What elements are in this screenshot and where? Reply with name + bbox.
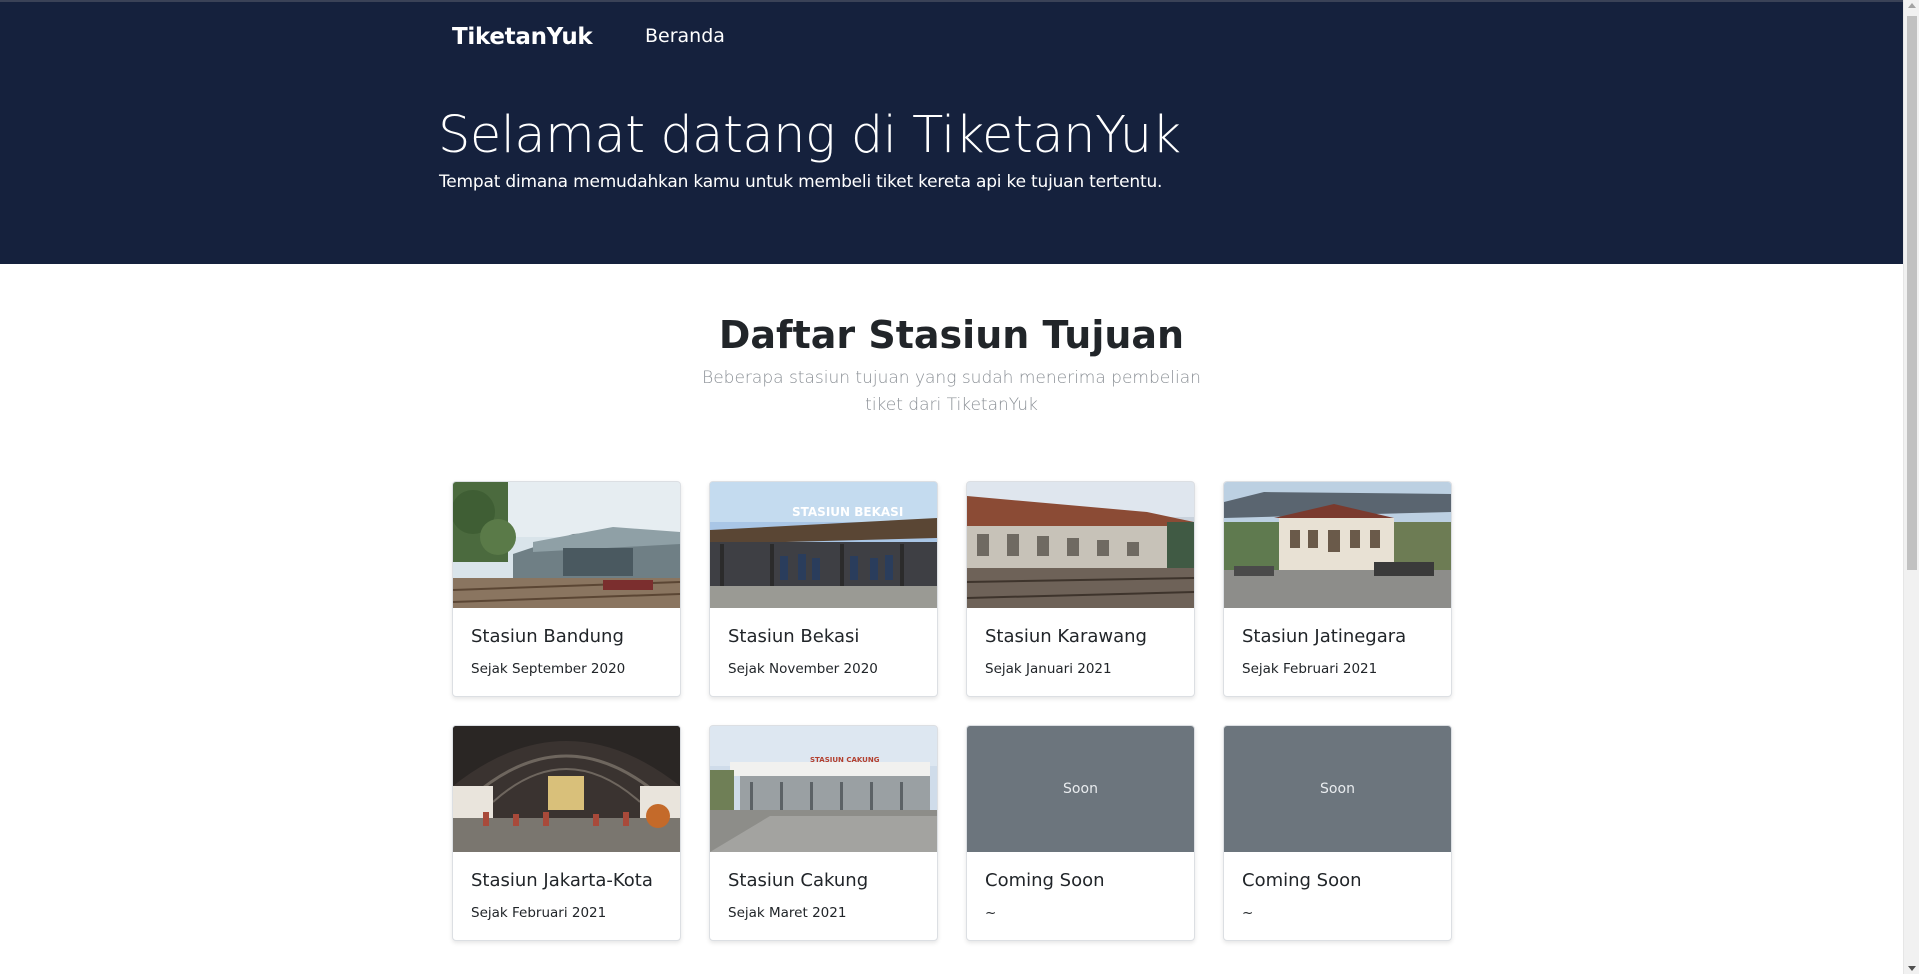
station-card-coming-soon[interactable]: Soon Coming Soon ~ [1223, 725, 1452, 941]
station-jakarta-kota-photo [453, 726, 680, 852]
vertical-scrollbar[interactable] [1903, 0, 1919, 974]
station-card-since: Sejak Januari 2021 [985, 661, 1112, 677]
page-viewport: TiketanYuk Beranda Selamat datang di Tik… [0, 0, 1903, 974]
station-card-title: Stasiun Cakung [728, 870, 869, 891]
scroll-up-arrow-icon[interactable] [1908, 3, 1916, 8]
station-bandung-photo [453, 482, 680, 608]
station-card-jakarta-kota[interactable]: Stasiun Jakarta-Kota Sejak Februari 2021 [452, 725, 681, 941]
station-card-since: Sejak Februari 2021 [1242, 661, 1378, 677]
station-card-title: Coming Soon [1242, 870, 1362, 891]
nav-link-beranda[interactable]: Beranda [645, 25, 725, 47]
station-card-title: Stasiun Bekasi [728, 626, 860, 647]
station-card-jatinegara[interactable]: Stasiun Jatinegara Sejak Februari 2021 [1223, 481, 1452, 697]
navbar-brand[interactable]: TiketanYuk [452, 24, 593, 50]
station-card-since: ~ [985, 905, 997, 921]
station-card-title: Coming Soon [985, 870, 1105, 891]
station-card-bandung[interactable]: Stasiun Bandung Sejak September 2020 [452, 481, 681, 697]
station-card-title: Stasiun Karawang [985, 626, 1147, 647]
station-card-since: Sejak Maret 2021 [728, 905, 847, 921]
station-card-bekasi[interactable]: STASIUN BEKASI Stasiun Bekasi Sejak Nove… [709, 481, 938, 697]
station-jatinegara-photo [1224, 482, 1451, 608]
scrollbar-thumb[interactable] [1907, 16, 1917, 570]
station-bekasi-photo: STASIUN BEKASI [710, 482, 937, 608]
section-title: Daftar Stasiun Tujuan [718, 313, 1185, 357]
hero-header: TiketanYuk Beranda Selamat datang di Tik… [0, 0, 1903, 264]
placeholder-image: Soon [1224, 726, 1451, 852]
station-card-since: ~ [1242, 905, 1254, 921]
station-karawang-photo [967, 482, 1194, 608]
station-card-title: Stasiun Bandung [471, 626, 624, 647]
station-card-since: Sejak September 2020 [471, 661, 626, 677]
station-card-title: Stasiun Jakarta-Kota [471, 870, 653, 891]
station-card-karawang[interactable]: Stasiun Karawang Sejak Januari 2021 [966, 481, 1195, 697]
station-card-title: Stasiun Jatinegara [1242, 626, 1407, 647]
placeholder-image: Soon [967, 726, 1194, 852]
station-card-coming-soon[interactable]: Soon Coming Soon ~ [966, 725, 1195, 941]
cakung-sign-text: STASIUN CAKUNG [810, 756, 880, 764]
station-card-since: Sejak Februari 2021 [471, 905, 607, 921]
station-card-cakung[interactable]: STASIUN CAKUNG Stasiun Cakung Sejak Mare… [709, 725, 938, 941]
bekasi-sign-text: STASIUN BEKASI [792, 505, 903, 519]
scroll-down-arrow-icon[interactable] [1908, 966, 1916, 971]
hero-title: Selamat datang di TiketanYuk [438, 106, 1181, 165]
station-cakung-photo: STASIUN CAKUNG [710, 726, 937, 852]
station-card-since: Sejak November 2020 [728, 661, 878, 677]
section-subtitle: Beberapa stasiun tujuan yang sudah mener… [702, 368, 1201, 415]
hero-subtitle: Tempat dimana memudahkan kamu untuk memb… [439, 172, 1163, 192]
